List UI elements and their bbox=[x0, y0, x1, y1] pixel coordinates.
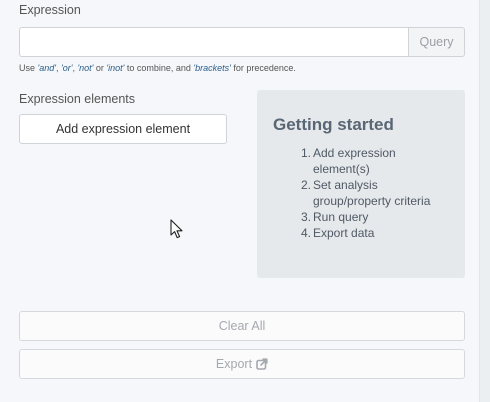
export-button[interactable]: Export bbox=[19, 349, 465, 379]
step-number: 3. bbox=[301, 210, 312, 224]
getting-started-panel: Getting started 1. Add expression element… bbox=[257, 90, 465, 278]
export-label: Export bbox=[215, 357, 253, 371]
getting-started-step: 3. Run query bbox=[301, 209, 453, 225]
scrollbar[interactable] bbox=[479, 0, 490, 402]
expression-help-text: Use 'and', 'or', 'not' or 'inot' to comb… bbox=[19, 63, 296, 73]
step-text: Add expression element(s) bbox=[313, 146, 396, 176]
help-keyword-not: 'not' bbox=[77, 63, 94, 73]
help-sep: or bbox=[93, 63, 107, 73]
external-link-icon bbox=[256, 358, 268, 370]
help-keyword-inot: 'inot' bbox=[106, 63, 125, 73]
step-text: Run query bbox=[313, 210, 369, 224]
help-keyword-brackets: 'brackets' bbox=[193, 63, 231, 73]
help-keyword-or: 'or' bbox=[60, 63, 73, 73]
getting-started-step: 4. Export data bbox=[301, 225, 453, 241]
query-button[interactable]: Query bbox=[408, 27, 465, 57]
step-number: 4. bbox=[301, 226, 312, 240]
help-suffix: for precedence. bbox=[230, 63, 296, 73]
getting-started-step: 2. Set analysis group/property criteria bbox=[301, 177, 453, 209]
getting-started-steps: 1. Add expression element(s) 2. Set analys… bbox=[301, 145, 453, 241]
expression-input[interactable] bbox=[19, 27, 408, 57]
expression-label: Expression bbox=[19, 3, 81, 17]
clear-all-button[interactable]: Clear All bbox=[19, 311, 465, 341]
help-keyword-and: 'and' bbox=[37, 63, 56, 73]
expression-input-group: Query bbox=[19, 27, 465, 57]
getting-started-step: 1. Add expression element(s) bbox=[301, 145, 453, 177]
step-number: 2. bbox=[301, 178, 312, 192]
mouse-pointer-icon bbox=[170, 219, 184, 239]
step-text: Export data bbox=[313, 226, 375, 240]
clear-all-label: Clear All bbox=[218, 319, 266, 333]
getting-started-title: Getting started bbox=[273, 115, 394, 134]
help-prefix: Use bbox=[19, 63, 38, 73]
expression-elements-label: Expression elements bbox=[19, 92, 136, 106]
help-mid: to combine, and bbox=[124, 63, 194, 73]
step-number: 1. bbox=[301, 146, 312, 160]
add-expression-element-button[interactable]: Add expression element bbox=[19, 114, 227, 144]
step-text: Set analysis group/property criteria bbox=[313, 178, 431, 208]
